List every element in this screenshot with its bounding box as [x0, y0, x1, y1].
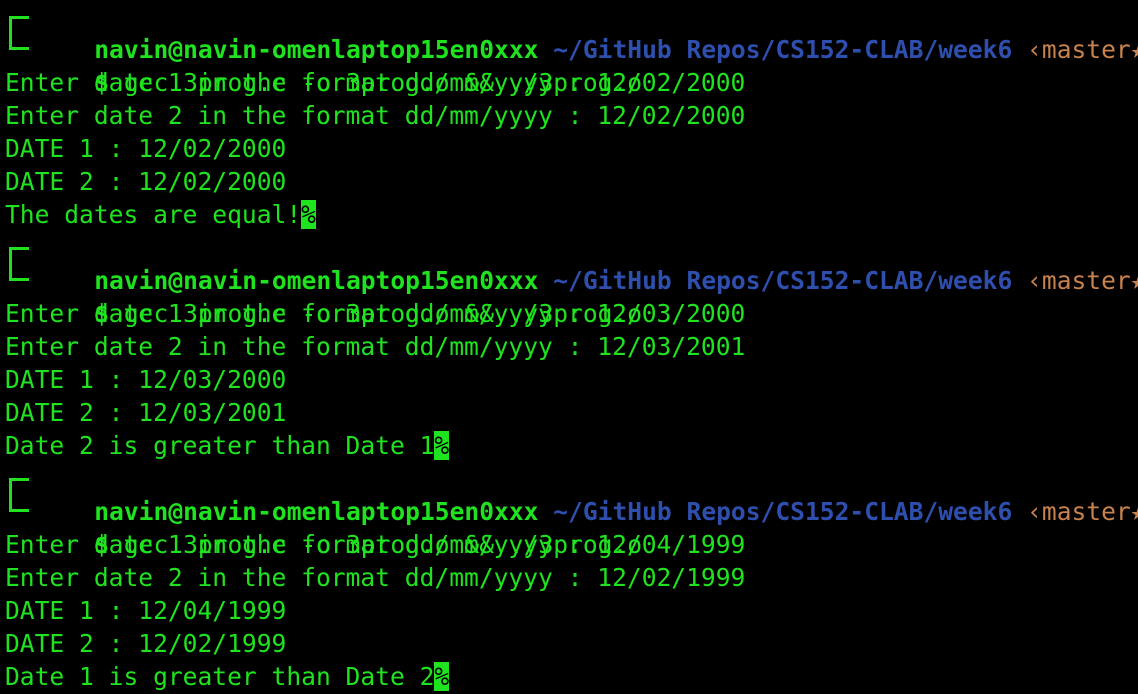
output-result-line: Date 1 is greater than Date 2% — [5, 660, 1135, 693]
output-line: DATE 2 : 12/03/2001 — [5, 398, 287, 427]
result-text: Date 2 is greater than Date 1 — [5, 431, 435, 460]
prompt-bracket-bottom — [9, 264, 29, 281]
prompt-line: navin@navin-omenlaptop15en0xxx ~/GitHub … — [5, 231, 1138, 295]
prompt-bracket-top — [9, 16, 29, 33]
command-line: $ gcc 3prog.c -o 3prog.o && ./3prog.o — [5, 33, 1135, 97]
no-newline-marker: % — [434, 431, 450, 460]
no-newline-marker: % — [301, 200, 316, 229]
output-line: Enter date 2 in the format dd/mm/yyyy : … — [5, 563, 746, 592]
output-line: Enter date 2 in the format dd/mm/yyyy : … — [5, 101, 746, 130]
prompt-bracket-bottom — [9, 495, 29, 512]
no-newline-marker: % — [434, 662, 450, 691]
prompt-bracket-top — [9, 478, 29, 495]
output-line: DATE 1 : 12/03/2000 — [5, 365, 287, 394]
prompt-line: navin@navin-omenlaptop15en0xxx ~/GitHub … — [5, 0, 1138, 64]
output-line: Enter date 1 in the format dd/mm/yyyy : … — [5, 530, 746, 559]
output-line: DATE 1 : 12/04/1999 — [5, 596, 287, 625]
output-line: DATE 1 : 12/02/2000 — [5, 134, 287, 163]
output-result-line: Date 2 is greater than Date 1% — [5, 429, 1135, 462]
output-line: Enter date 1 in the format dd/mm/yyyy : … — [5, 299, 746, 328]
output-result-line: The dates are equal!% — [5, 198, 1135, 231]
terminal-window[interactable]: navin@navin-omenlaptop15en0xxx ~/GitHub … — [5, 0, 1138, 693]
prompt-bracket-top — [9, 247, 29, 264]
command-line: $ gcc 3prog.c -o 3prog.o && ./3prog.o — [5, 264, 1135, 328]
output-line: DATE 2 : 12/02/1999 — [5, 629, 287, 658]
result-text: The dates are equal! — [5, 200, 302, 229]
output-line: DATE 2 : 12/02/2000 — [5, 167, 287, 196]
prompt-bracket-bottom — [9, 33, 29, 50]
command-line: $ gcc 3prog.c -o 3prog.o && ./3prog.o — [5, 495, 1135, 559]
output-line: Enter date 2 in the format dd/mm/yyyy : … — [5, 332, 746, 361]
output-line: Enter date 1 in the format dd/mm/yyyy : … — [5, 68, 746, 97]
result-text: Date 1 is greater than Date 2 — [5, 662, 435, 691]
prompt-line: navin@navin-omenlaptop15en0xxx ~/GitHub … — [5, 462, 1138, 526]
